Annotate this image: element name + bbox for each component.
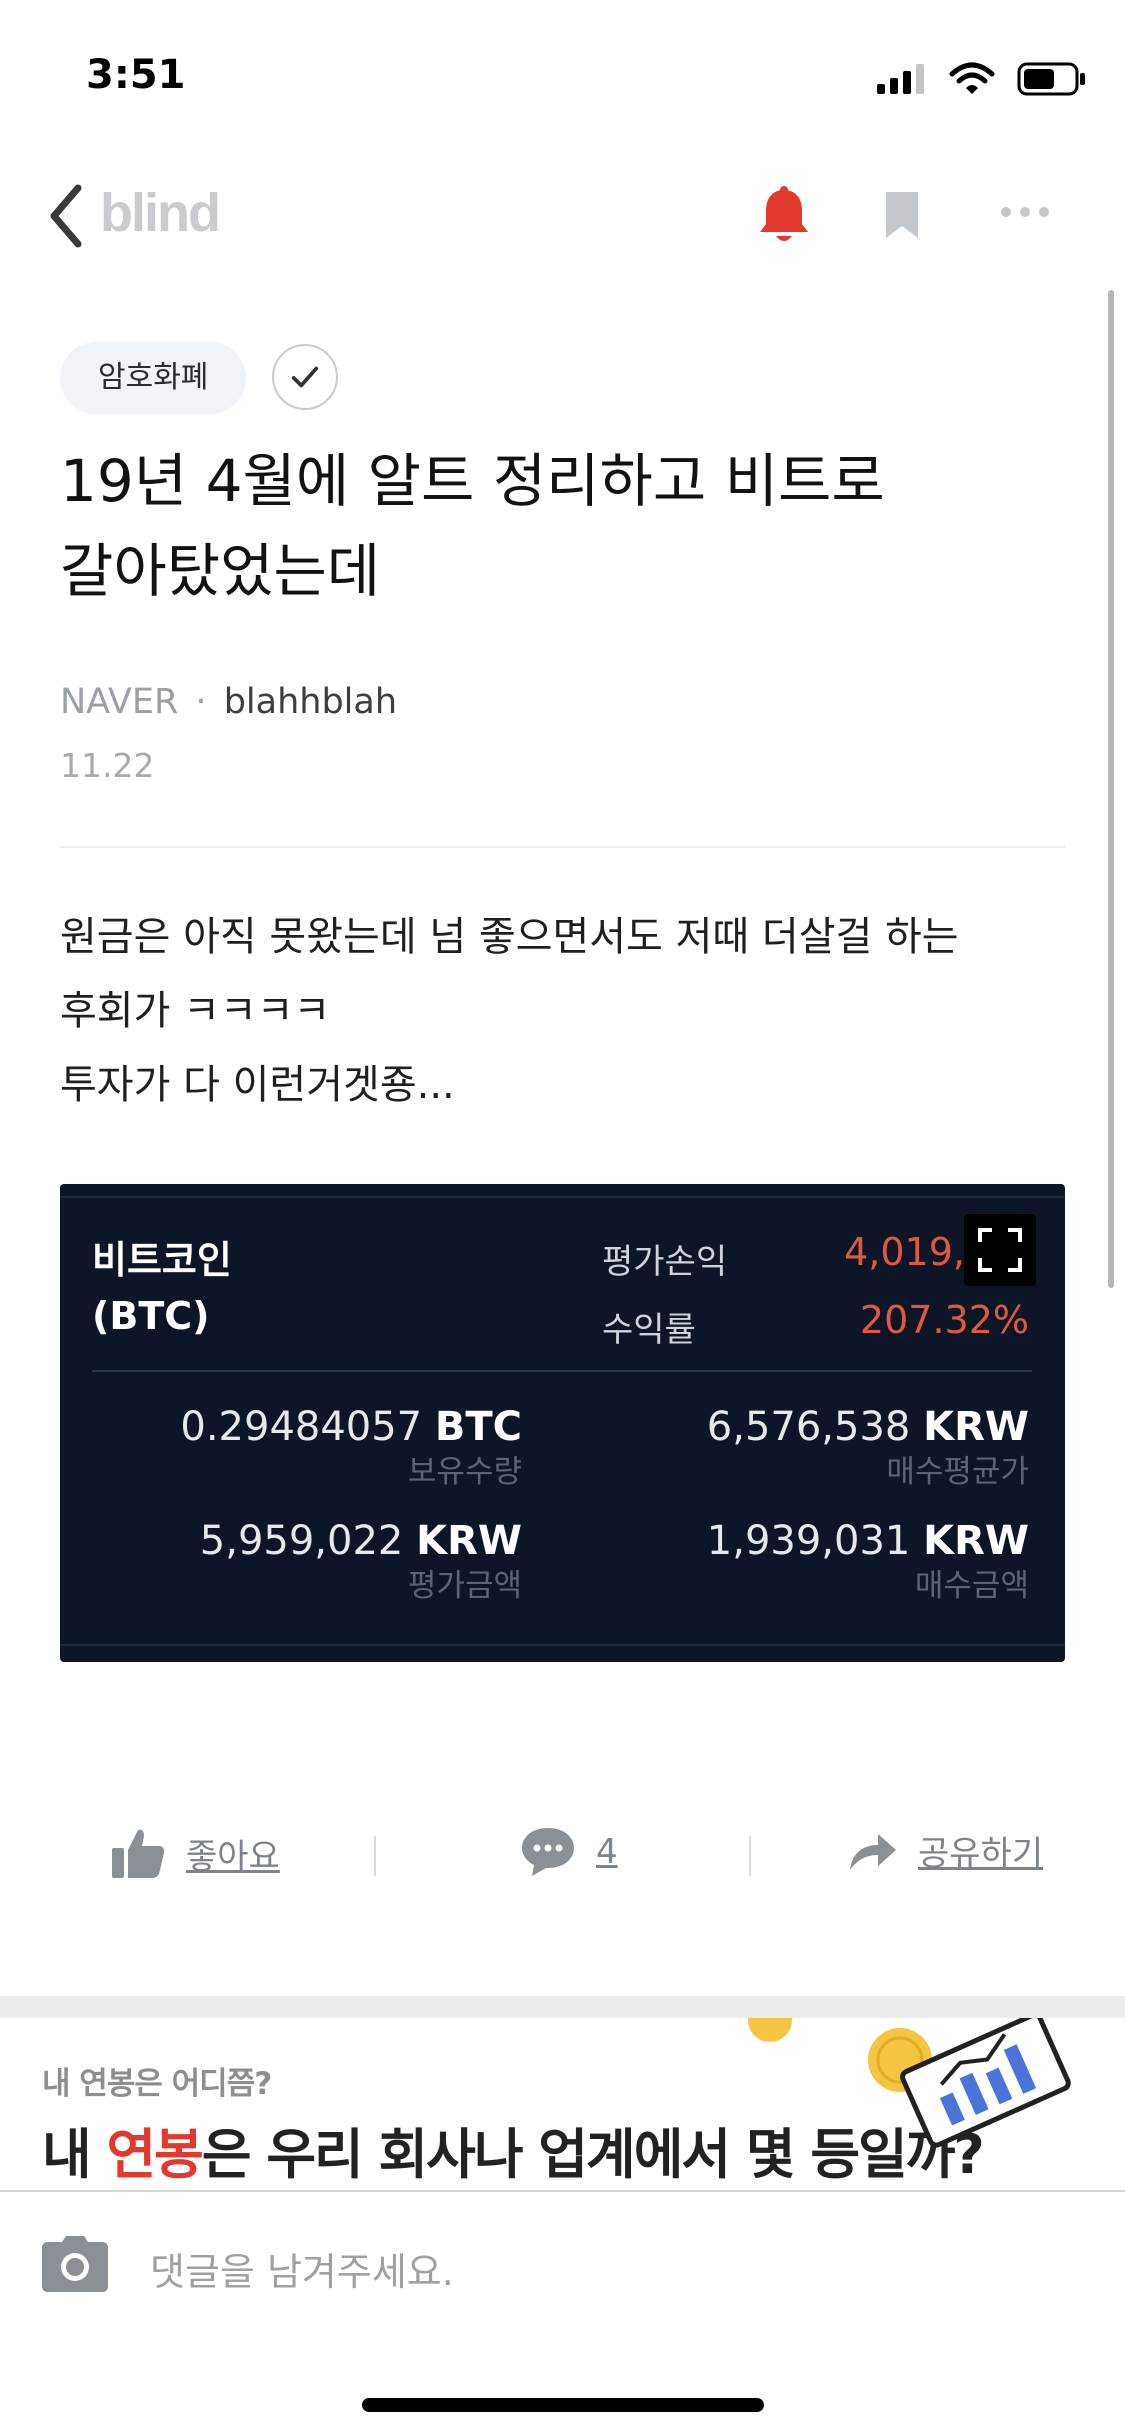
holding-quantity-label: 보유수량 <box>407 1454 522 1490</box>
follow-topic-check-icon[interactable] <box>272 344 338 410</box>
coin-name: 비트코인 (BTC) <box>92 1232 232 1344</box>
back-button[interactable] <box>44 182 88 250</box>
action-separator <box>749 1836 751 1876</box>
banner-subtitle: 내 연봉은 어디쯤? <box>42 2066 272 2102</box>
average-buy-price-unit: KRW <box>923 1404 1029 1450</box>
comment-count: 4 <box>596 1832 618 1872</box>
topic-chip[interactable]: 암호화폐 <box>60 342 247 414</box>
share-button[interactable]: 공유하기 <box>848 1826 1043 1875</box>
more-options-icon[interactable] <box>1000 206 1050 218</box>
post-body-line: 후회가 ㅋㅋㅋㅋ <box>60 988 331 1034</box>
post-action-bar: 좋아요 4 공유하기 <box>0 1814 1125 1894</box>
banner-headline-accent: 연봉 <box>106 2123 203 2186</box>
card-divider <box>60 1196 1065 1198</box>
profit-loss-label: 평가손익 <box>602 1242 728 1282</box>
banner-headline-prefix: 내 <box>42 2123 107 2186</box>
post-body-line: 투자가 다 이런거겟죵... <box>60 1062 455 1108</box>
comment-input[interactable] <box>150 2232 1070 2312</box>
status-time: 3:51 <box>86 52 186 98</box>
card-divider <box>92 1370 1032 1372</box>
evaluation-amount-unit: KRW <box>416 1518 522 1564</box>
coin-name-label: 비트코인 <box>92 1238 232 1282</box>
return-rate-label: 수익률 <box>602 1310 696 1350</box>
post-body: 원금은 아직 못왔는데 넘 좋으면서도 저때 더살걸 하는 후회가 ㅋㅋㅋㅋ 투… <box>60 900 1080 1122</box>
average-buy-price-value: 6,576,538 <box>706 1404 911 1450</box>
holding-quantity-unit: BTC <box>434 1404 522 1450</box>
camera-icon[interactable] <box>42 2236 108 2292</box>
nav-bar: blind <box>0 170 1125 260</box>
buy-amount-value: 1,939,031 <box>706 1518 911 1564</box>
notification-bell-icon[interactable] <box>758 186 810 244</box>
section-gap <box>0 1996 1125 2018</box>
holding-quantity-value: 0.29484057 <box>180 1404 423 1450</box>
share-label: 공유하기 <box>918 1834 1044 1874</box>
action-separator <box>374 1836 376 1876</box>
meta-separator: · <box>195 682 207 722</box>
evaluation-amount-label: 평가금액 <box>407 1568 522 1604</box>
wifi-icon <box>949 62 995 94</box>
thumbs-up-icon <box>112 1829 165 1878</box>
buy-amount: 1,939,031 KRW 매수금액 <box>707 1516 1029 1606</box>
salary-promo-banner[interactable]: 내 연봉은 어디쯤? 내 연봉은 우리 회사나 업계에서 몇 등일까? <box>0 2018 1125 2190</box>
evaluation-amount: 5,959,022 KRW 평가금액 <box>200 1516 522 1606</box>
author-name[interactable]: blahhblah <box>224 682 397 722</box>
comment-bubble-icon <box>522 1828 574 1876</box>
post-title-line: 19년 4월에 알트 정리하고 비트로 <box>60 447 885 515</box>
post-body-line: 원금은 아직 못왔는데 넘 좋으면서도 저때 더살걸 하는 <box>60 914 959 960</box>
holding-quantity: 0.29484057 BTC 보유수량 <box>180 1402 522 1492</box>
status-icons <box>877 62 1087 96</box>
fullscreen-expand-icon[interactable] <box>964 1214 1036 1286</box>
buy-amount-unit: KRW <box>923 1518 1029 1564</box>
evaluation-amount-value: 5,959,022 <box>199 1518 404 1564</box>
coin-symbol: (BTC) <box>92 1294 210 1338</box>
post-title: 19년 4월에 알트 정리하고 비트로 갈아탔었는데 <box>60 436 1060 616</box>
return-rate-value: 207.32% <box>859 1298 1029 1342</box>
profit-loss-value: 4,019, <box>844 1230 965 1274</box>
battery-icon <box>1017 62 1085 96</box>
card-divider <box>60 1644 1065 1646</box>
average-buy-price: 6,576,538 KRW 매수평균가 <box>707 1402 1029 1492</box>
divider <box>60 846 1065 848</box>
home-indicator[interactable] <box>362 2398 764 2412</box>
bookmark-icon[interactable] <box>884 190 920 240</box>
like-button[interactable]: 좋아요 <box>110 1826 280 1880</box>
salary-chart-illustration-icon <box>748 2018 1071 2148</box>
cellular-signal-icon <box>877 64 924 94</box>
scrollbar[interactable] <box>1108 290 1114 1288</box>
app-logo[interactable]: blind <box>100 182 221 244</box>
share-arrow-icon <box>850 1833 896 1870</box>
company-name[interactable]: NAVER <box>60 682 178 722</box>
status-bar: 3:51 <box>0 0 1125 160</box>
post-title-line: 갈아탔었는데 <box>60 537 381 605</box>
like-label: 좋아요 <box>186 1836 280 1877</box>
crypto-holding-card: 비트코인 (BTC) 평가손익 수익률 4,019, 207.32% 0.294… <box>60 1184 1065 1662</box>
post-date: 11.22 <box>60 746 155 785</box>
comment-count-button[interactable]: 4 <box>520 1826 618 1878</box>
average-buy-price-label: 매수평균가 <box>886 1454 1029 1490</box>
post-meta: NAVER · blahhblah <box>60 682 397 722</box>
buy-amount-label: 매수금액 <box>914 1568 1029 1604</box>
